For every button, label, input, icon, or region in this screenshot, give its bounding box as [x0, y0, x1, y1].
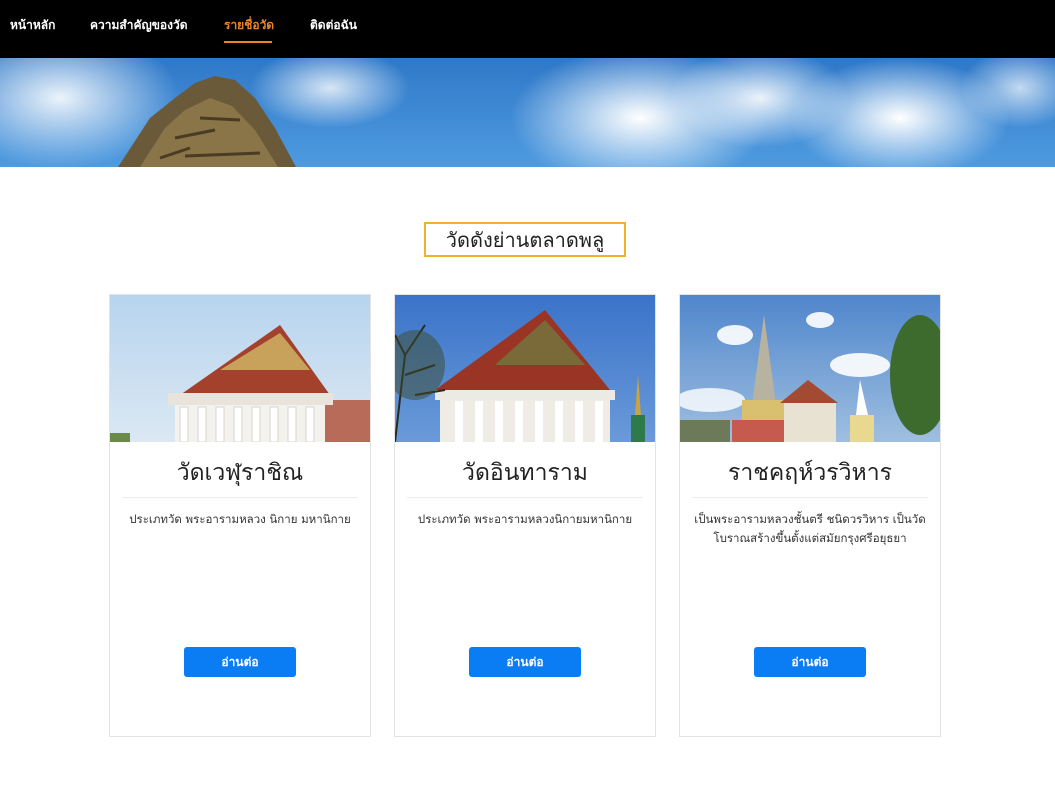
card-divider	[692, 497, 928, 498]
temple-card-title: ราชคฤห์วรวิหาร	[728, 460, 892, 486]
nav-item-importance[interactable]: ความสำคัญของวัด	[90, 16, 188, 35]
temple-card-title: วัดอินทาราม	[462, 460, 588, 486]
active-nav-underline	[224, 41, 272, 43]
temple-card-1: วัดเวฬุราชิณ ประเภทวัด พระอารามหลวง นิกา…	[109, 294, 371, 737]
temple-card-3: ราชคฤห์วรวิหาร เป็นพระอารามหลวงชั้นตรี ช…	[679, 294, 941, 737]
read-more-button[interactable]: อ่านต่อ	[469, 647, 581, 677]
temple-photo-3-image	[680, 295, 940, 442]
nav-item-home[interactable]: หน้าหลัก	[10, 16, 55, 35]
hero-banner	[0, 58, 1055, 167]
read-more-button[interactable]: อ่านต่อ	[754, 647, 866, 677]
nav-item-temple-list[interactable]: รายชื่อวัด	[224, 16, 274, 35]
temple-photo-1-image	[110, 295, 370, 442]
temple-card-description: เป็นพระอารามหลวงชั้นตรี ชนิดวรวิหาร เป็น…	[694, 512, 926, 545]
temple-card-description: ประเภทวัด พระอารามหลวงนิกายมหานิกาย	[417, 512, 633, 526]
hero-banner-image	[0, 58, 1055, 167]
temple-photo-2	[395, 295, 655, 442]
temple-photo-3	[680, 295, 940, 442]
temple-card-2: วัดอินทาราม ประเภทวัด พระอารามหลวงนิกายม…	[394, 294, 656, 737]
card-divider	[407, 497, 643, 498]
temple-card-title: วัดเวฬุราชิณ	[176, 460, 304, 486]
read-more-button[interactable]: อ่านต่อ	[184, 647, 296, 677]
section-title: วัดดังย่านตลาดพลู	[424, 222, 626, 257]
card-divider	[122, 497, 358, 498]
temple-photo-1	[110, 295, 370, 442]
temple-photo-2-image	[395, 295, 655, 442]
nav-item-contact[interactable]: ติดต่อฉัน	[310, 16, 357, 35]
top-navbar: หน้าหลัก ความสำคัญของวัด รายชื่อวัด ติดต…	[0, 0, 1055, 58]
temple-card-description: ประเภทวัด พระอารามหลวง นิกาย มหานิกาย	[129, 512, 351, 526]
